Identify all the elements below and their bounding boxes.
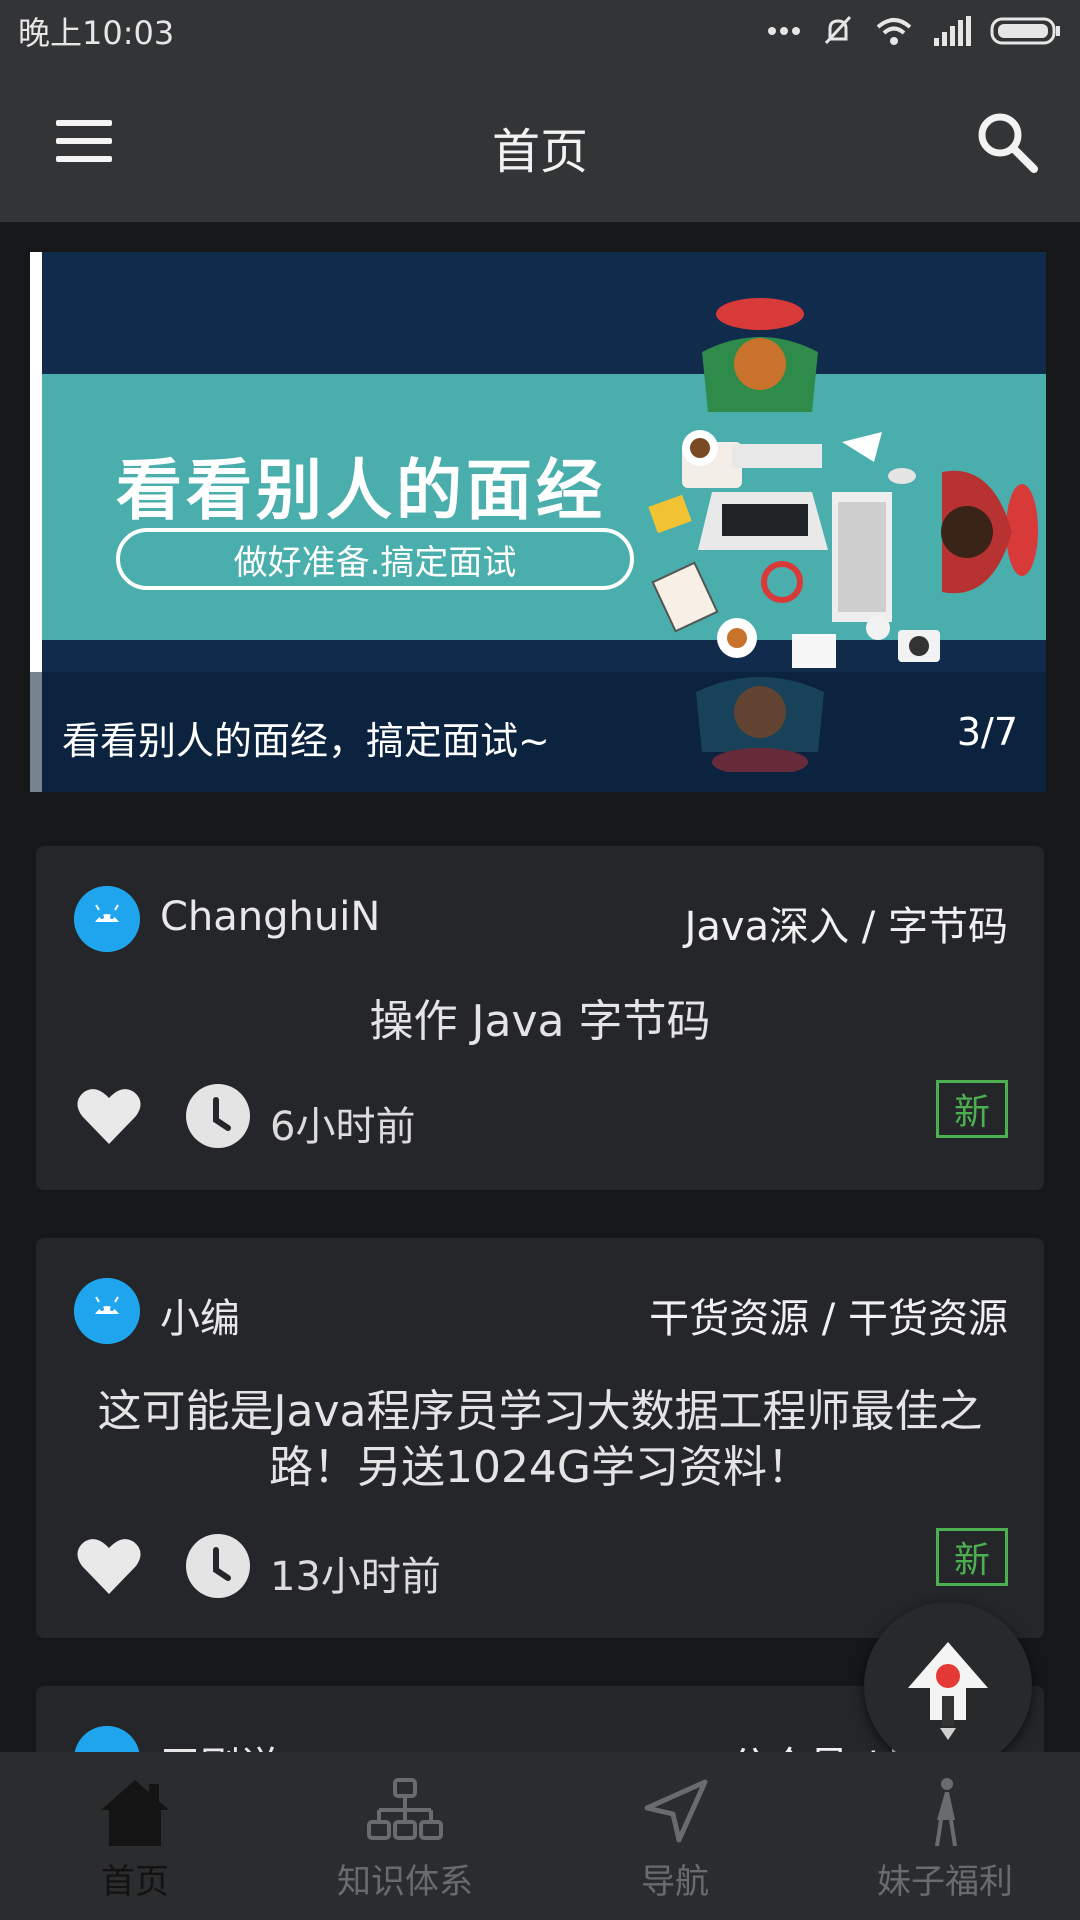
nav-item-knowledge[interactable]: 知识体系 — [270, 1752, 540, 1920]
status-icons — [766, 13, 1062, 49]
clock-icon — [186, 1534, 250, 1598]
girl-icon — [935, 1778, 957, 1847]
navigation-arrow-icon — [644, 1779, 708, 1843]
home-icon — [101, 1780, 169, 1846]
signal-icon — [934, 16, 971, 46]
search-icon[interactable] — [972, 107, 1042, 177]
bottom-navigation: 首页 知识体系 导航 妹子福利 — [0, 1752, 1080, 1920]
clock-icon — [186, 1084, 250, 1148]
article-author: ChanghuiN — [160, 894, 381, 940]
android-avatar-icon — [74, 886, 140, 952]
article-title[interactable]: 操作 Java 字节码 — [72, 994, 1008, 1050]
banner-subheading: 做好准备.搞定面试 — [116, 528, 634, 590]
nav-label: 知识体系 — [337, 1862, 473, 1902]
nav-item-navigation[interactable]: 导航 — [540, 1752, 810, 1920]
banner-heading: 看看别人的面经 — [116, 452, 606, 529]
status-bar: 晚上10:03 — [0, 0, 1080, 62]
nav-item-home[interactable]: 首页 — [0, 1752, 270, 1920]
article-time: 6小时前 — [270, 1104, 416, 1150]
hierarchy-icon — [367, 1778, 443, 1840]
app-bar: 首页 — [0, 62, 1080, 222]
rocket-up-icon — [908, 1642, 988, 1740]
battery-icon — [990, 17, 1060, 45]
scroll-to-top-button[interactable] — [864, 1602, 1032, 1770]
page-title: 首页 — [491, 124, 588, 180]
article-card[interactable]: 小编 干货资源 / 干货资源 这可能是Java程序员学习大数据工程师最佳之路！另… — [36, 1238, 1044, 1638]
nav-label: 妹子福利 — [877, 1862, 1013, 1902]
android-avatar-icon — [74, 1278, 140, 1344]
article-title[interactable]: 这可能是Java程序员学习大数据工程师最佳之路！另送1024G学习资料！ — [72, 1384, 1008, 1496]
nav-label: 导航 — [641, 1862, 709, 1902]
article-card[interactable]: ChanghuiN Java深入 / 字节码 操作 Java 字节码 6小时前 … — [36, 846, 1044, 1190]
more-dots-icon — [768, 27, 800, 35]
new-badge: 新 — [936, 1080, 1008, 1138]
wifi-icon — [876, 18, 912, 45]
article-category[interactable]: 干货资源 / 干货资源 — [649, 1286, 1008, 1344]
heart-icon[interactable] — [76, 1536, 142, 1596]
article-time: 13小时前 — [270, 1554, 441, 1600]
heart-icon[interactable] — [76, 1086, 142, 1146]
nav-label: 首页 — [101, 1862, 169, 1902]
status-time: 晚上10:03 — [18, 14, 175, 52]
banner-page-indicator: 3/7 — [956, 710, 1018, 754]
banner-caption: 看看别人的面经，搞定面试~ — [62, 719, 550, 763]
article-author: 小编 — [160, 1296, 240, 1342]
nav-item-welfare[interactable]: 妹子福利 — [810, 1752, 1080, 1920]
article-category[interactable]: Java深入 / 字节码 — [685, 894, 1008, 952]
new-badge: 新 — [936, 1528, 1008, 1586]
banner-carousel[interactable]: 看看别人的面经 做好准备.搞定面试 看看别人的面经，搞定面试~ 3/7 — [30, 252, 1046, 792]
mute-icon — [824, 15, 852, 45]
